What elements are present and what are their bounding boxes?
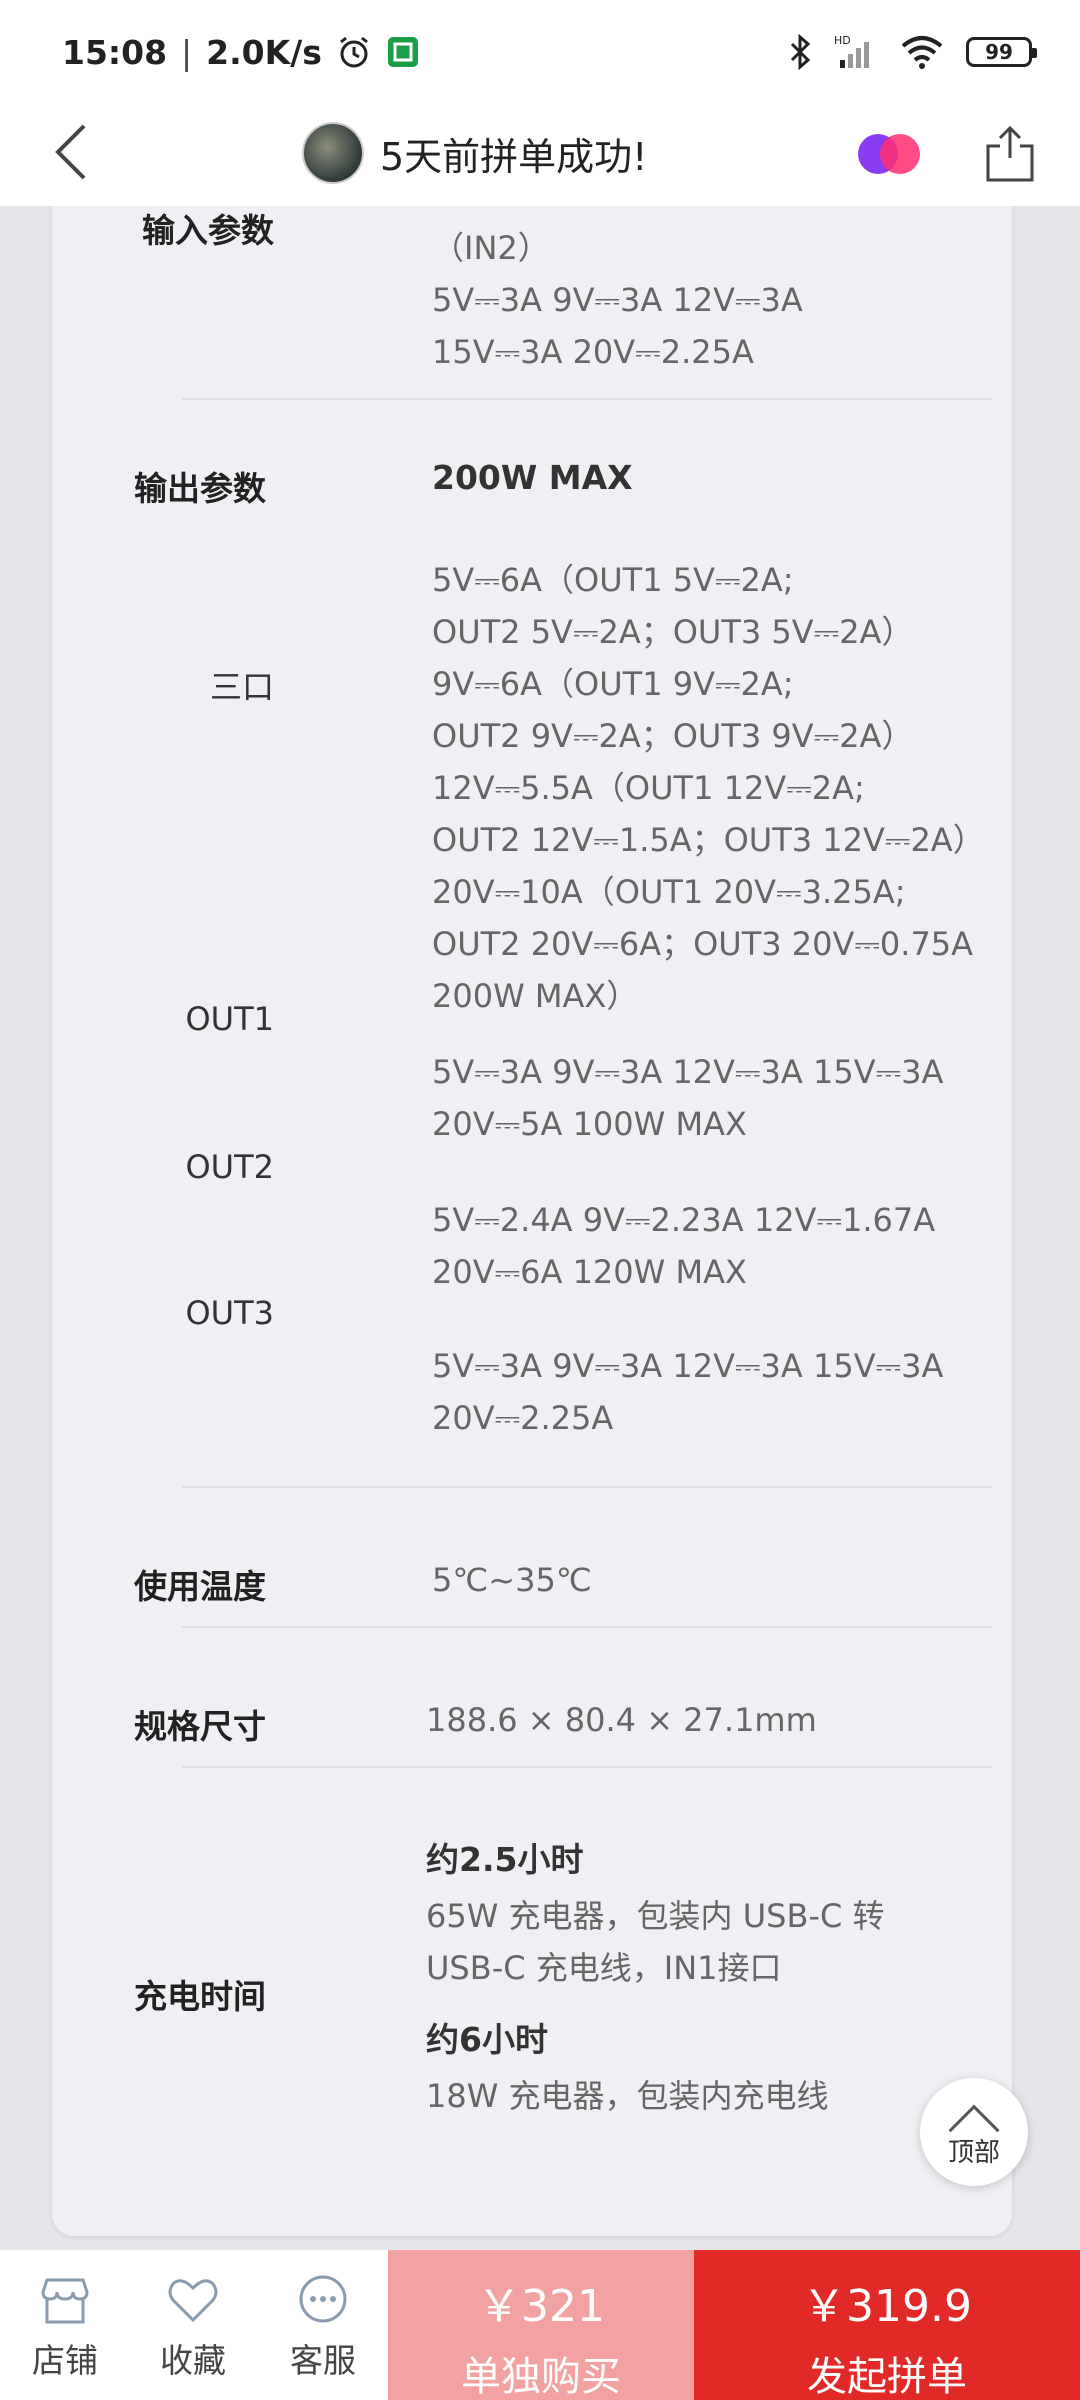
three-port-line-4: 12V⎓5.5A（OUT1 12V⎓2A;	[432, 769, 865, 807]
group-price: ￥319.9	[802, 2281, 972, 2332]
back-to-top-label: 顶部	[947, 2138, 1000, 2168]
more-dots-icon[interactable]	[856, 132, 926, 176]
size-label: 规格尺寸	[134, 1707, 266, 1746]
divider	[182, 1766, 992, 1768]
avatar	[302, 122, 364, 184]
three-port-line-3: OUT2 9V⎓2A；OUT3 9V⎓2A）	[432, 717, 914, 755]
out1-line-0: 5V⎓3A 9V⎓3A 12V⎓3A 15V⎓3A	[432, 1053, 944, 1091]
three-port-line-1: OUT2 5V⎓2A；OUT3 5V⎓2A）	[432, 613, 914, 651]
divider	[182, 1486, 992, 1488]
divider	[182, 398, 992, 400]
status-right: HD 99	[788, 28, 1037, 76]
out3-line-0: 5V⎓3A 9V⎓3A 12V⎓3A 15V⎓3A	[432, 1347, 944, 1385]
three-port-line-0: 5V⎓6A（OUT1 5V⎓2A;	[432, 561, 794, 599]
status-bar: 15:08 | 2.0K/s HD 99	[0, 0, 1080, 100]
charge-time-label: 充电时间	[134, 1977, 266, 2016]
clock: 15:08	[62, 32, 168, 72]
output-max: 200W MAX	[432, 458, 633, 497]
input-params-label: 输入参数	[142, 211, 274, 250]
charge-a-line-0: 65W 充电器，包装内 USB-C 转	[426, 1897, 885, 1935]
nav-title: 5天前拼单成功!	[380, 134, 648, 179]
out2-label: OUT2	[185, 1148, 274, 1186]
out3-line-1: 20V⎓2.25A	[432, 1399, 614, 1437]
three-port-line-2: 9V⎓6A（OUT1 9V⎓2A;	[432, 665, 794, 703]
start-group-buy-button[interactable]: ￥319.9 发起拼单	[694, 2250, 1080, 2400]
out1-line-1: 20V⎓5A 100W MAX	[432, 1105, 747, 1143]
customer-service-button[interactable]: 客服	[258, 2250, 388, 2400]
buy-alone-button[interactable]: ￥321 单独购买	[388, 2250, 694, 2400]
alarm-icon	[339, 36, 368, 68]
bluetooth-icon	[790, 34, 811, 70]
divider	[182, 1626, 992, 1628]
store-icon	[41, 2278, 89, 2324]
cellular-signal-icon: HD	[834, 34, 869, 68]
three-port-line-8: 200W MAX）	[432, 977, 639, 1015]
three-port-line-5: OUT2 12V⎓1.5A；OUT3 12V⎓2A）	[432, 821, 985, 859]
charge-b-title: 约6小时	[426, 2020, 548, 2059]
out2-line-0: 5V⎓2.4A 9V⎓2.23A 12V⎓1.67A	[432, 1201, 936, 1239]
product-detail-content[interactable]: 输入参数 （IN2） 5V⎓3A 9V⎓3A 12V⎓3A 15V⎓3A 20V…	[0, 206, 1080, 2250]
chat-bubble-icon	[299, 2275, 347, 2323]
single-price: ￥321	[477, 2281, 605, 2332]
temp-value: 5℃~35℃	[432, 1561, 592, 1599]
spec-card: 输入参数 （IN2） 5V⎓3A 9V⎓3A 12V⎓3A 15V⎓3A 20V…	[52, 206, 1012, 2236]
status-left: 15:08 | 2.0K/s	[62, 28, 420, 76]
app-screen: 15:08 | 2.0K/s HD 99 5天前拼单成功! 输入参数 （IN2）…	[0, 0, 1080, 2400]
out1-label: OUT1	[185, 1000, 274, 1038]
bottom-action-bar: 店铺 收藏 客服 ￥321 单独购买 ￥319.9 发起拼单	[0, 2250, 1080, 2400]
wifi-icon	[901, 36, 943, 69]
shop-button[interactable]: 店铺	[0, 2250, 130, 2400]
charge-a-line-1: USB-C 充电线，IN1接口	[426, 1949, 782, 1987]
nav-bar: 5天前拼单成功!	[0, 100, 1080, 206]
back-arrow-icon[interactable]	[40, 114, 110, 190]
battery-icon: 99	[966, 37, 1037, 67]
input-line-1: 5V⎓3A 9V⎓3A 12V⎓3A	[432, 281, 803, 319]
customer-service-label: 客服	[290, 2341, 356, 2380]
out2-line-1: 20V⎓6A 120W MAX	[432, 1253, 747, 1291]
output-params-label: 输出参数	[134, 469, 266, 508]
app-notification-icon	[387, 37, 418, 67]
heart-icon	[168, 2279, 218, 2323]
temp-label: 使用温度	[134, 1567, 266, 1606]
favorite-button[interactable]: 收藏	[128, 2250, 258, 2400]
buy-alone-label: 单独购买	[461, 2354, 621, 2400]
input-port-label: （IN2）	[432, 229, 550, 267]
share-icon[interactable]	[980, 122, 1040, 186]
network-type-label: HD	[834, 34, 851, 47]
group-buy-banner[interactable]: 5天前拼单成功!	[302, 112, 647, 194]
favorite-label: 收藏	[160, 2341, 226, 2380]
charge-a-title: 约2.5小时	[426, 1840, 584, 1879]
three-port-label: 三口	[209, 668, 274, 706]
three-port-line-6: 20V⎓10A（OUT1 20V⎓3.25A;	[432, 873, 906, 911]
three-port-line-7: OUT2 20V⎓6A；OUT3 20V⎓0.75A	[432, 925, 974, 963]
out3-label: OUT3	[185, 1294, 274, 1332]
start-group-buy-label: 发起拼单	[807, 2354, 967, 2400]
input-line-2: 15V⎓3A 20V⎓2.25A	[432, 333, 754, 371]
charge-b-line-0: 18W 充电器，包装内充电线	[426, 2077, 829, 2115]
size-value: 188.6 × 80.4 × 27.1mm	[426, 1701, 817, 1739]
shop-label: 店铺	[32, 2341, 98, 2380]
status-separator: |	[181, 32, 193, 72]
network-speed: 2.0K/s	[206, 32, 322, 72]
back-to-top-button[interactable]: 顶部	[920, 2078, 1028, 2186]
